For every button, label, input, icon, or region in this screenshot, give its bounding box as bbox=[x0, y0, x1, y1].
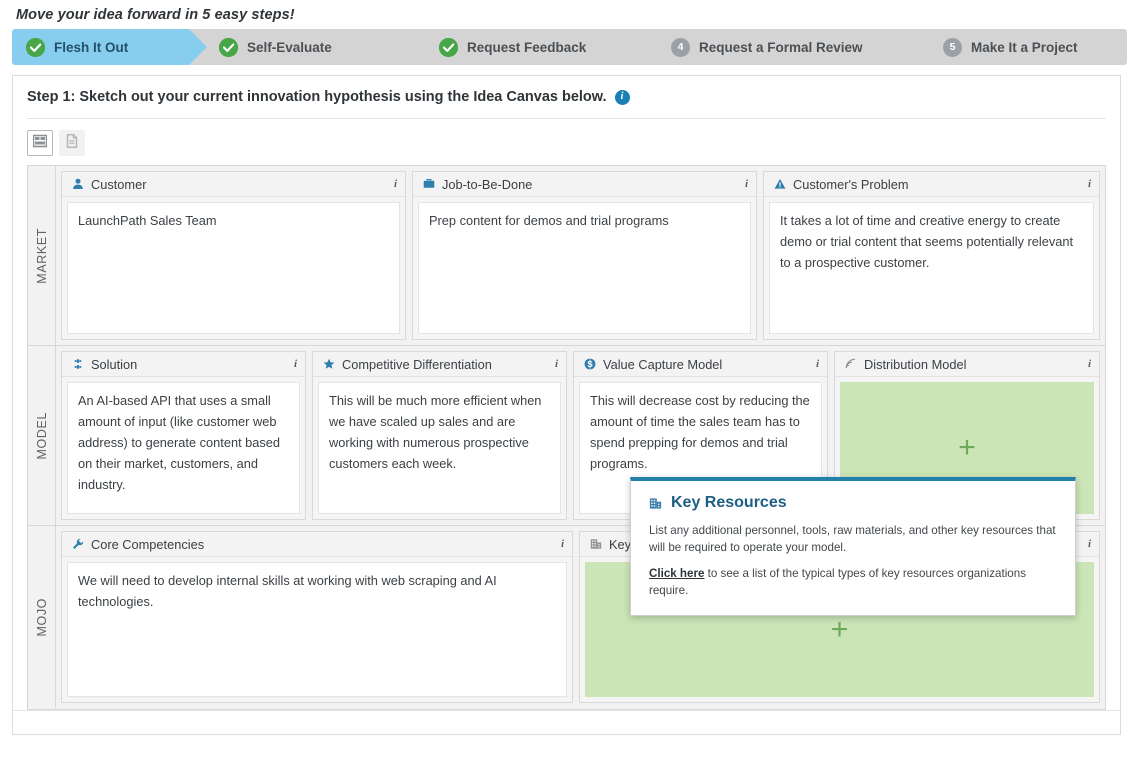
document-icon bbox=[65, 133, 79, 153]
row-label-model: MODEL bbox=[28, 346, 56, 525]
step-2-chevron-icon bbox=[409, 29, 427, 65]
idea-canvas-panel: Step 1: Sketch out your current innovati… bbox=[12, 75, 1121, 735]
card-value-capture-model-header: S Value Capture Model i bbox=[574, 352, 827, 377]
step-flesh-it-out[interactable]: Flesh It Out bbox=[12, 29, 207, 65]
step-2-check-icon bbox=[219, 37, 238, 57]
panel-footer bbox=[13, 710, 1120, 734]
card-distribution-model-header: Distribution Model i bbox=[835, 352, 1099, 377]
card-customer-header: Customer i bbox=[62, 172, 405, 197]
card-customer-title: Customer bbox=[91, 176, 147, 192]
person-icon bbox=[71, 178, 84, 191]
card-job-to-be-done-title: Job-to-Be-Done bbox=[442, 176, 533, 192]
card-core-competencies-body[interactable]: We will need to develop internal skills … bbox=[67, 562, 567, 697]
card-job-to-be-done-body[interactable]: Prep content for demos and trial program… bbox=[418, 202, 751, 334]
card-competitive-differentiation-header: Competitive Differentiation i bbox=[313, 352, 566, 377]
row-label-market: MARKET bbox=[28, 166, 56, 345]
popover-title: Key Resources bbox=[671, 494, 787, 511]
card-distribution-model-info-icon[interactable]: i bbox=[1084, 358, 1091, 370]
step-1-label: Flesh It Out bbox=[54, 39, 129, 55]
step-4-chevron-icon bbox=[913, 29, 931, 65]
popover-link-trailing-text: to see a list of the typical types of ke… bbox=[649, 567, 1026, 598]
panel-title-row: Step 1: Sketch out your current innovati… bbox=[13, 76, 1120, 118]
step-3-label: Request Feedback bbox=[467, 39, 587, 55]
row-label-mojo-text: MOJO bbox=[34, 597, 49, 637]
star-icon bbox=[322, 358, 335, 371]
popover-link-paragraph: Click here to see a list of the typical … bbox=[649, 566, 1057, 599]
page-tagline: Move your idea forward in 5 easy steps! bbox=[16, 7, 295, 23]
step-request-formal-review[interactable]: 4 Request a Formal Review bbox=[641, 29, 931, 65]
card-solution[interactable]: Solution i An AI-based API that uses a s… bbox=[61, 351, 306, 520]
add-key-resources-icon[interactable]: + bbox=[831, 614, 849, 645]
row-label-market-text: MARKET bbox=[34, 227, 49, 284]
card-job-to-be-done[interactable]: Job-to-Be-Done i Prep content for demos … bbox=[412, 171, 757, 340]
popover-click-here-link[interactable]: Click here bbox=[649, 567, 704, 580]
card-customer[interactable]: Customer i LaunchPath Sales Team bbox=[61, 171, 406, 340]
row-label-mojo: MOJO bbox=[28, 526, 56, 708]
key-resources-popover: Key Resources List any additional person… bbox=[630, 477, 1076, 616]
card-distribution-model-title: Distribution Model bbox=[864, 356, 967, 372]
puzzle-icon bbox=[71, 358, 84, 371]
card-core-competencies-info-icon[interactable]: i bbox=[557, 538, 564, 550]
card-customers-problem-title: Customer's Problem bbox=[793, 176, 909, 192]
popover-description: List any additional personnel, tools, ra… bbox=[649, 524, 1056, 554]
card-job-to-be-done-info-icon[interactable]: i bbox=[741, 178, 748, 190]
card-competitive-differentiation[interactable]: Competitive Differentiation i This will … bbox=[312, 351, 567, 520]
canvas-view-button[interactable] bbox=[27, 130, 53, 156]
step-2-label: Self-Evaluate bbox=[247, 39, 332, 55]
card-solution-header: Solution i bbox=[62, 352, 305, 377]
card-core-competencies[interactable]: Core Competencies i We will need to deve… bbox=[61, 531, 573, 703]
step-3-chevron-icon bbox=[641, 29, 659, 65]
step-1-check-icon bbox=[26, 37, 45, 57]
card-competitive-differentiation-body[interactable]: This will be much more efficient when we… bbox=[318, 382, 561, 514]
card-customer-info-icon[interactable]: i bbox=[390, 178, 397, 190]
view-toolbar bbox=[13, 119, 1120, 165]
card-competitive-differentiation-title: Competitive Differentiation bbox=[342, 356, 492, 372]
canvas-row-market: MARKET Customer i LaunchPath Sales Team … bbox=[28, 166, 1105, 346]
building-icon bbox=[649, 497, 662, 510]
card-solution-title: Solution bbox=[91, 356, 138, 372]
step-make-it-a-project[interactable]: 5 Make It a Project bbox=[913, 29, 1127, 65]
step-request-feedback[interactable]: Request Feedback bbox=[409, 29, 659, 65]
step-self-evaluate[interactable]: Self-Evaluate bbox=[189, 29, 427, 65]
step-4-label: Request a Formal Review bbox=[699, 39, 863, 55]
wrench-icon bbox=[71, 538, 84, 551]
text-view-button[interactable] bbox=[59, 130, 85, 156]
step-5-label: Make It a Project bbox=[971, 39, 1078, 55]
card-customer-body[interactable]: LaunchPath Sales Team bbox=[67, 202, 400, 334]
step-3-check-icon bbox=[439, 37, 458, 57]
row-label-model-text: MODEL bbox=[34, 411, 49, 460]
card-value-capture-model-title: Value Capture Model bbox=[603, 356, 723, 372]
step-1-chevron-icon bbox=[189, 29, 207, 65]
info-icon[interactable]: i bbox=[614, 89, 630, 105]
building-icon bbox=[589, 538, 602, 551]
popover-header: Key Resources bbox=[649, 494, 1057, 512]
card-customers-problem[interactable]: Customer's Problem i It takes a lot of t… bbox=[763, 171, 1100, 340]
step-5-number-badge: 5 bbox=[943, 37, 962, 57]
page-title: Step 1: Sketch out your current innovati… bbox=[27, 89, 607, 105]
canvas-row-market-cards: Customer i LaunchPath Sales Team Job-to-… bbox=[56, 166, 1105, 345]
step-progress-bar: Flesh It Out Self-Evaluate Request Feedb… bbox=[12, 29, 1127, 65]
card-core-competencies-header: Core Competencies i bbox=[62, 532, 572, 557]
card-customers-problem-info-icon[interactable]: i bbox=[1084, 178, 1091, 190]
grid-layout-icon bbox=[32, 134, 48, 153]
warning-triangle-icon bbox=[773, 178, 786, 191]
dollar-circle-icon: S bbox=[583, 358, 596, 371]
card-customers-problem-header: Customer's Problem i bbox=[764, 172, 1099, 197]
card-solution-body[interactable]: An AI-based API that uses a small amount… bbox=[67, 382, 300, 514]
card-key-resources-info-icon[interactable]: i bbox=[1084, 538, 1091, 550]
card-competitive-differentiation-info-icon[interactable]: i bbox=[551, 358, 558, 370]
rss-icon bbox=[844, 358, 857, 371]
idea-canvas-grid: MARKET Customer i LaunchPath Sales Team … bbox=[27, 165, 1106, 710]
card-job-to-be-done-header: Job-to-Be-Done i bbox=[413, 172, 756, 197]
briefcase-icon bbox=[422, 178, 435, 191]
card-customers-problem-body[interactable]: It takes a lot of time and creative ener… bbox=[769, 202, 1094, 334]
card-value-capture-model-info-icon[interactable]: i bbox=[812, 358, 819, 370]
step-4-number-badge: 4 bbox=[671, 37, 690, 57]
add-distribution-model-icon[interactable]: + bbox=[958, 433, 976, 463]
card-solution-info-icon[interactable]: i bbox=[290, 358, 297, 370]
card-core-competencies-title: Core Competencies bbox=[91, 536, 205, 552]
